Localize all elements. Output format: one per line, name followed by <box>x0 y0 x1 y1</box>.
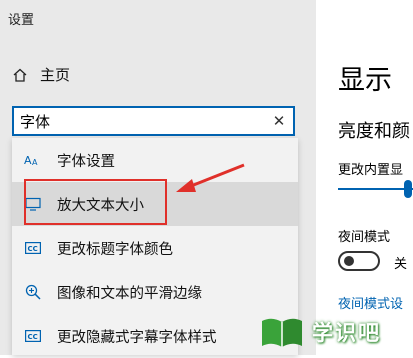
settings-search-box[interactable]: ✕ <box>12 106 295 136</box>
night-mode-settings-link[interactable]: 夜间模式设 <box>338 293 403 312</box>
search-suggestions-dropdown: A A 字体设置 放大文本大小 CC 更改标题字体颜色 图像和文本的平滑边缘 C… <box>12 138 298 355</box>
svg-text:CC: CC <box>28 333 38 341</box>
suggestion-label: 更改隐藏式字幕字体样式 <box>57 329 217 346</box>
page-title: 显示 <box>338 65 392 96</box>
suggestion-smooth-edges[interactable]: 图像和文本的平滑边缘 <box>12 270 298 314</box>
night-mode-toggle[interactable] <box>338 251 380 271</box>
brightness-slider-track[interactable] <box>338 188 413 190</box>
suggestion-label: 字体设置 <box>57 153 115 170</box>
display-settings-panel: 显示 亮度和颜 更改内置显 夜间模式 关 夜间模式设 <box>316 0 413 355</box>
home-icon <box>13 68 27 82</box>
toggle-state-label: 关 <box>394 257 408 272</box>
zoom-icon <box>23 284 43 300</box>
window-title: 设置 <box>8 13 35 28</box>
suggestion-caption-font-style[interactable]: CC 更改隐藏式字幕字体样式 <box>12 314 298 358</box>
suggestion-title-font-color[interactable]: CC 更改标题字体颜色 <box>12 226 298 270</box>
home-nav-item[interactable]: 主页 <box>12 64 70 85</box>
brightness-slider-thumb[interactable] <box>404 180 412 198</box>
monitor-icon <box>23 197 43 211</box>
suggestion-enlarge-text[interactable]: 放大文本大小 <box>12 182 298 226</box>
search-input[interactable] <box>14 109 265 133</box>
font-icon: A A <box>23 153 43 167</box>
clear-search-icon[interactable]: ✕ <box>265 112 293 130</box>
cc-icon: CC <box>23 242 43 254</box>
settings-sidebar: 设置 主页 ✕ A A 字体设置 放 <box>0 0 316 355</box>
svg-text:A: A <box>24 154 32 167</box>
suggestion-label: 更改标题字体颜色 <box>57 241 173 258</box>
suggestion-font-settings[interactable]: A A 字体设置 <box>12 138 298 182</box>
svg-text:CC: CC <box>28 245 38 253</box>
brightness-description: 更改内置显 <box>338 163 404 178</box>
section-heading-brightness: 亮度和颜 <box>338 121 410 142</box>
cc-icon: CC <box>23 330 43 342</box>
toggle-knob <box>344 256 354 266</box>
suggestion-label: 图像和文本的平滑边缘 <box>57 285 202 302</box>
suggestion-label: 放大文本大小 <box>57 197 144 214</box>
night-mode-label: 夜间模式 <box>338 230 391 245</box>
svg-text:A: A <box>32 158 38 167</box>
home-label: 主页 <box>40 66 71 84</box>
